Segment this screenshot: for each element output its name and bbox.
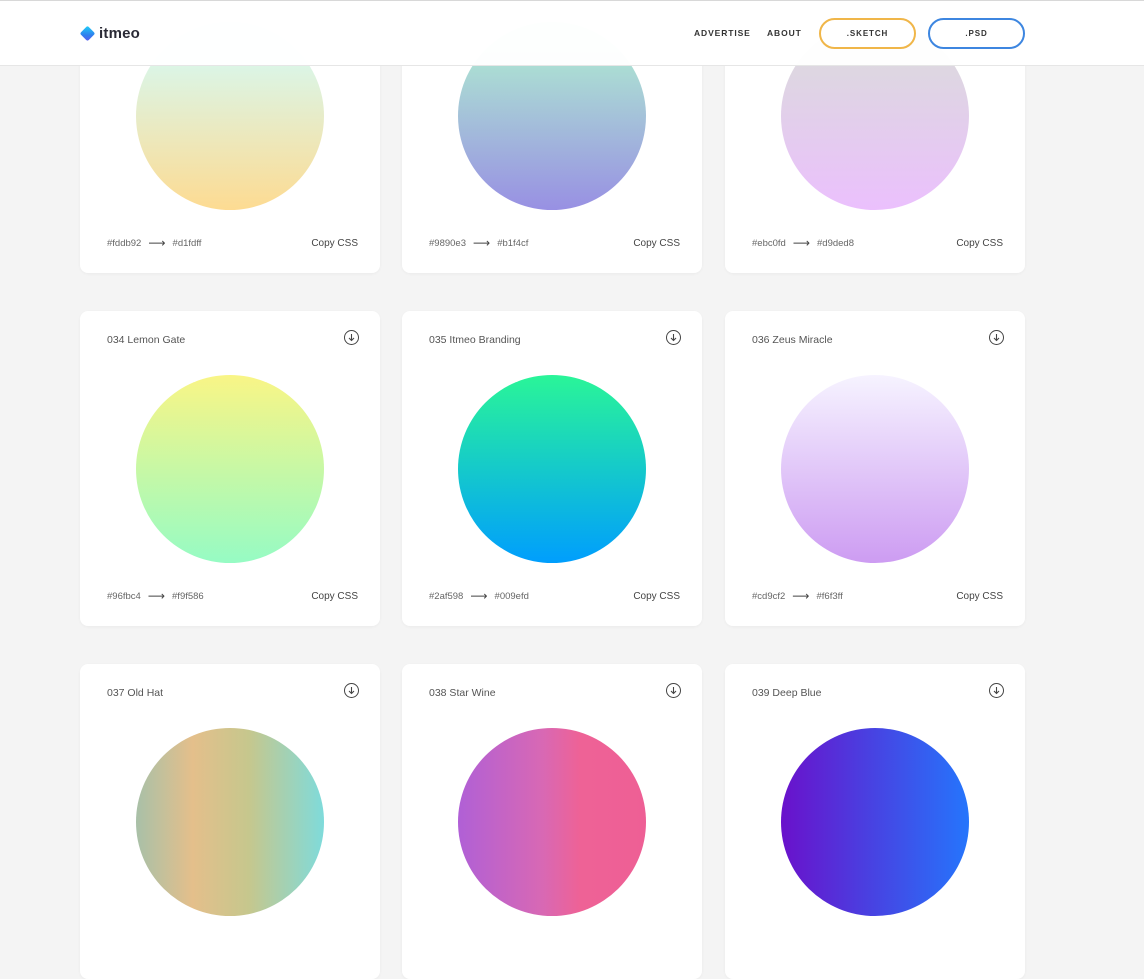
psd-button-label: .PSD: [965, 29, 988, 38]
gradient-swatch: [458, 375, 646, 563]
copy-css-button[interactable]: Copy CSS: [633, 591, 680, 602]
hex-from: #fddb92: [107, 238, 142, 249]
right-arrow-icon: ⟶: [792, 589, 810, 603]
right-arrow-icon: ⟶: [792, 236, 811, 250]
gradient-hex-codes: #9890e3 ⟶ #b1f4cf: [429, 235, 529, 250]
gradient-swatch: [136, 375, 324, 563]
gradient-title: 039 Deep Blue: [752, 687, 822, 699]
hex-to: #d9ded8: [817, 238, 854, 249]
right-arrow-icon: ⟶: [148, 236, 166, 250]
hex-from: #96fbc4: [107, 591, 141, 602]
download-psd-button[interactable]: .PSD: [928, 18, 1025, 49]
right-arrow-icon: ⟶: [472, 236, 491, 250]
gradient-title: 036 Zeus Miracle: [752, 334, 833, 346]
hex-from: #9890e3: [429, 238, 466, 249]
download-icon[interactable]: [989, 683, 1004, 698]
hex-to: #f6f3ff: [816, 591, 843, 602]
gradient-swatch: [781, 375, 969, 563]
download-icon[interactable]: [344, 683, 359, 698]
hex-from: #cd9cf2: [752, 591, 786, 602]
copy-css-label: Copy CSS: [311, 238, 358, 249]
copy-css-button[interactable]: Copy CSS: [311, 591, 358, 602]
gradient-card: 036 Zeus Miracle #cd9cf2 ⟶ #f6f3ff Copy CS…: [725, 311, 1025, 626]
logo-text: itmeo: [99, 25, 141, 42]
gradient-card: 035 Itmeo Branding #2af598 ⟶ #009efd Copy …: [402, 311, 702, 626]
gradient-swatch: [781, 728, 969, 916]
copy-css-label: Copy CSS: [633, 238, 680, 249]
gradient-title: 034 Lemon Gate: [107, 334, 186, 346]
gradient-hex-codes: #fddb92 ⟶ #d1fdff: [107, 235, 202, 250]
download-icon[interactable]: [666, 330, 681, 345]
copy-css-label: Copy CSS: [311, 591, 358, 602]
hex-to: #009efd: [494, 591, 529, 602]
right-arrow-icon: ⟶: [470, 589, 488, 603]
copy-css-label: Copy CSS: [956, 591, 1003, 602]
copy-css-button[interactable]: Copy CSS: [956, 238, 1003, 249]
hex-to: #d1fdff: [172, 238, 202, 249]
nav-advertise-link[interactable]: ADVERTISE: [694, 28, 751, 38]
gradient-card: 037 Old Hat: [80, 664, 380, 979]
logo-diamond-icon: [79, 25, 96, 42]
gradient-hex-codes: #cd9cf2 ⟶ #f6f3ff: [752, 588, 843, 603]
gradient-swatch: [136, 728, 324, 916]
logo[interactable]: itmeo: [79, 25, 141, 42]
download-sketch-button[interactable]: .SKETCH: [819, 18, 916, 49]
gradient-hex-codes: #2af598 ⟶ #009efd: [429, 588, 529, 603]
gradient-hex-codes: #ebc0fd ⟶ #d9ded8: [752, 235, 854, 250]
right-arrow-icon: ⟶: [147, 589, 166, 603]
download-icon[interactable]: [344, 330, 359, 345]
copy-css-button[interactable]: Copy CSS: [956, 591, 1003, 602]
copy-css-button[interactable]: Copy CSS: [311, 238, 358, 249]
top-nav-bar: itmeo ADVERTISE ABOUT .SKETCH .PSD: [0, 0, 1144, 66]
sketch-button-label: .SKETCH: [846, 29, 889, 38]
gradient-card: 038 Star Wine: [402, 664, 702, 979]
nav-about-link[interactable]: ABOUT: [767, 28, 802, 38]
gradient-card: 039 Deep Blue: [725, 664, 1025, 979]
hex-to: #b1f4cf: [497, 238, 529, 249]
copy-css-label: Copy CSS: [633, 591, 680, 602]
copy-css-label: Copy CSS: [956, 238, 1003, 249]
gradient-hex-codes: #96fbc4 ⟶ #f9f586: [107, 588, 204, 603]
hex-from: #ebc0fd: [752, 238, 786, 249]
gradient-title: 038 Star Wine: [429, 687, 496, 699]
gradient-card: 034 Lemon Gate #96fbc4 ⟶ #f9f586 Copy CSS: [80, 311, 380, 626]
download-icon[interactable]: [989, 330, 1004, 345]
gradient-title: 035 Itmeo Branding: [429, 334, 521, 346]
gradient-swatch: [458, 728, 646, 916]
copy-css-button[interactable]: Copy CSS: [633, 238, 680, 249]
hex-from: #2af598: [429, 591, 464, 602]
hex-to: #f9f586: [172, 591, 204, 602]
gradient-title: 037 Old Hat: [107, 687, 164, 699]
download-icon[interactable]: [666, 683, 681, 698]
